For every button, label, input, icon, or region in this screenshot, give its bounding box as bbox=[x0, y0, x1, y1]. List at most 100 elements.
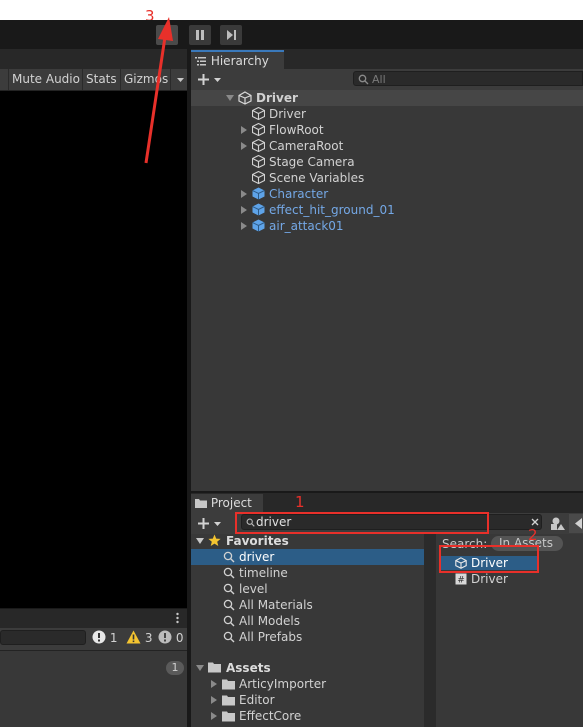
console-toolbar: 1 3 0 bbox=[0, 628, 189, 651]
asset-folder-item[interactable]: Editor bbox=[239, 692, 275, 708]
gameobject-cube-icon bbox=[252, 155, 265, 168]
expand-arrow-icon[interactable] bbox=[241, 206, 247, 214]
gameobject-cube-icon bbox=[252, 123, 265, 136]
expand-arrow-icon[interactable] bbox=[241, 190, 247, 198]
hierarchy-search-input[interactable]: All bbox=[353, 71, 583, 86]
star-icon bbox=[208, 534, 221, 546]
favorite-item[interactable]: timeline bbox=[239, 565, 288, 581]
favorite-item[interactable]: All Prefabs bbox=[239, 629, 302, 645]
search-icon bbox=[223, 631, 235, 643]
hierarchy-item[interactable]: FlowRoot bbox=[269, 122, 324, 138]
console-info-toggle[interactable]: 1 bbox=[92, 630, 117, 647]
folder-icon bbox=[195, 499, 207, 508]
favorite-item[interactable]: All Materials bbox=[239, 597, 313, 613]
info-icon bbox=[92, 630, 106, 644]
open-folder-icon bbox=[208, 662, 221, 673]
asset-folder-item[interactable]: EffectCore bbox=[239, 708, 301, 724]
tab-hierarchy[interactable]: Hierarchy bbox=[191, 50, 284, 70]
console-log-area[interactable]: 1 bbox=[0, 651, 189, 727]
collapse-assets-icon[interactable] bbox=[196, 665, 204, 671]
tab-project-label: Project bbox=[210, 496, 252, 510]
console-info-count: 1 bbox=[109, 631, 118, 645]
hierarchy-item[interactable]: Driver bbox=[269, 106, 306, 122]
annotation-arrow bbox=[144, 17, 173, 164]
collapsed-count-badge: 1 bbox=[166, 661, 184, 675]
warning-icon bbox=[126, 630, 141, 644]
annotation-label-2: 2 bbox=[528, 526, 538, 544]
gameobject-cube-icon bbox=[252, 171, 265, 184]
hierarchy-item[interactable]: Stage Camera bbox=[269, 154, 355, 170]
collapse-favorites-icon[interactable] bbox=[196, 538, 204, 544]
console-menu-icon[interactable] bbox=[176, 612, 179, 624]
asset-folder-item[interactable]: ArticyImporter bbox=[239, 676, 326, 692]
hierarchy-add-button[interactable] bbox=[196, 71, 224, 88]
search-icon bbox=[223, 615, 235, 627]
hierarchy-tree[interactable] bbox=[191, 90, 583, 492]
assets-header[interactable]: Assets bbox=[226, 660, 271, 676]
plus-icon bbox=[198, 74, 221, 85]
expand-arrow-icon[interactable] bbox=[226, 95, 234, 101]
expand-arrow-icon[interactable] bbox=[241, 126, 247, 134]
search-result-item[interactable]: Driver bbox=[471, 571, 508, 587]
search-icon bbox=[223, 551, 235, 563]
console-error-toggle[interactable]: 0 bbox=[158, 630, 183, 647]
step-icon bbox=[227, 30, 236, 40]
label-icon bbox=[575, 518, 582, 529]
game-view-canvas[interactable] bbox=[0, 91, 187, 608]
tab-hierarchy-label: Hierarchy bbox=[210, 54, 269, 68]
project-add-button[interactable] bbox=[196, 515, 224, 532]
gameobject-cube-icon bbox=[252, 139, 265, 152]
hierarchy-item[interactable]: CameraRoot bbox=[269, 138, 343, 154]
hierarchy-search-placeholder: All bbox=[372, 73, 386, 86]
hierarchy-list-icon bbox=[195, 57, 206, 66]
console-error-count: 0 bbox=[175, 631, 184, 645]
prefab-cube-icon bbox=[252, 219, 265, 232]
project-split-handle[interactable] bbox=[424, 534, 436, 727]
search-icon bbox=[358, 74, 369, 85]
annotation-box-1 bbox=[235, 512, 489, 534]
stats-button[interactable]: Stats bbox=[82, 69, 120, 90]
gameobject-cube-icon bbox=[252, 107, 265, 120]
annotation-label-1: 1 bbox=[295, 493, 305, 511]
svg-text:#: # bbox=[457, 576, 465, 586]
console-tabbar bbox=[0, 608, 189, 629]
folder-icon bbox=[222, 711, 235, 722]
pause-button[interactable] bbox=[189, 25, 211, 45]
search-icon bbox=[223, 599, 235, 611]
expand-arrow-icon[interactable] bbox=[241, 142, 247, 150]
expand-arrow-icon[interactable] bbox=[241, 222, 247, 230]
favorites-header[interactable]: Favorites bbox=[226, 533, 289, 549]
step-button[interactable] bbox=[220, 25, 242, 45]
favorite-item[interactable]: driver bbox=[239, 549, 274, 565]
expand-arrow-icon[interactable] bbox=[211, 680, 217, 688]
filter-by-type-icon bbox=[551, 517, 565, 530]
hierarchy-scene-label: Driver bbox=[256, 91, 298, 105]
tab-project[interactable]: Project bbox=[191, 494, 263, 513]
console-warning-count: 3 bbox=[144, 631, 153, 645]
hierarchy-item[interactable]: air_attack01 bbox=[269, 218, 344, 234]
hierarchy-item[interactable]: Scene Variables bbox=[269, 170, 364, 186]
csharp-script-icon: # bbox=[455, 573, 467, 585]
mute-audio-button[interactable]: Mute Audio bbox=[8, 69, 83, 90]
favorite-item[interactable]: All Models bbox=[239, 613, 300, 629]
folder-icon bbox=[222, 679, 235, 690]
plus-icon bbox=[198, 518, 221, 529]
hierarchy-item[interactable]: Character bbox=[269, 186, 328, 202]
expand-arrow-icon[interactable] bbox=[211, 696, 217, 704]
top-margin bbox=[0, 0, 583, 20]
favorite-item[interactable]: level bbox=[239, 581, 268, 597]
prefab-cube-icon bbox=[252, 203, 265, 216]
console-search-input[interactable] bbox=[0, 630, 86, 645]
annotation-box-2 bbox=[439, 545, 539, 573]
error-icon bbox=[158, 630, 172, 644]
prefab-cube-icon bbox=[252, 187, 265, 200]
unity-scene-icon bbox=[238, 91, 252, 105]
search-by-label-button[interactable] bbox=[569, 514, 583, 533]
console-warning-toggle[interactable]: 3 bbox=[126, 630, 152, 647]
search-icon bbox=[223, 583, 235, 595]
folder-icon bbox=[222, 695, 235, 706]
expand-arrow-icon[interactable] bbox=[211, 712, 217, 720]
main-toolbar bbox=[0, 20, 583, 49]
hierarchy-item[interactable]: effect_hit_ground_01 bbox=[269, 202, 395, 218]
search-by-type-button[interactable] bbox=[548, 515, 568, 532]
